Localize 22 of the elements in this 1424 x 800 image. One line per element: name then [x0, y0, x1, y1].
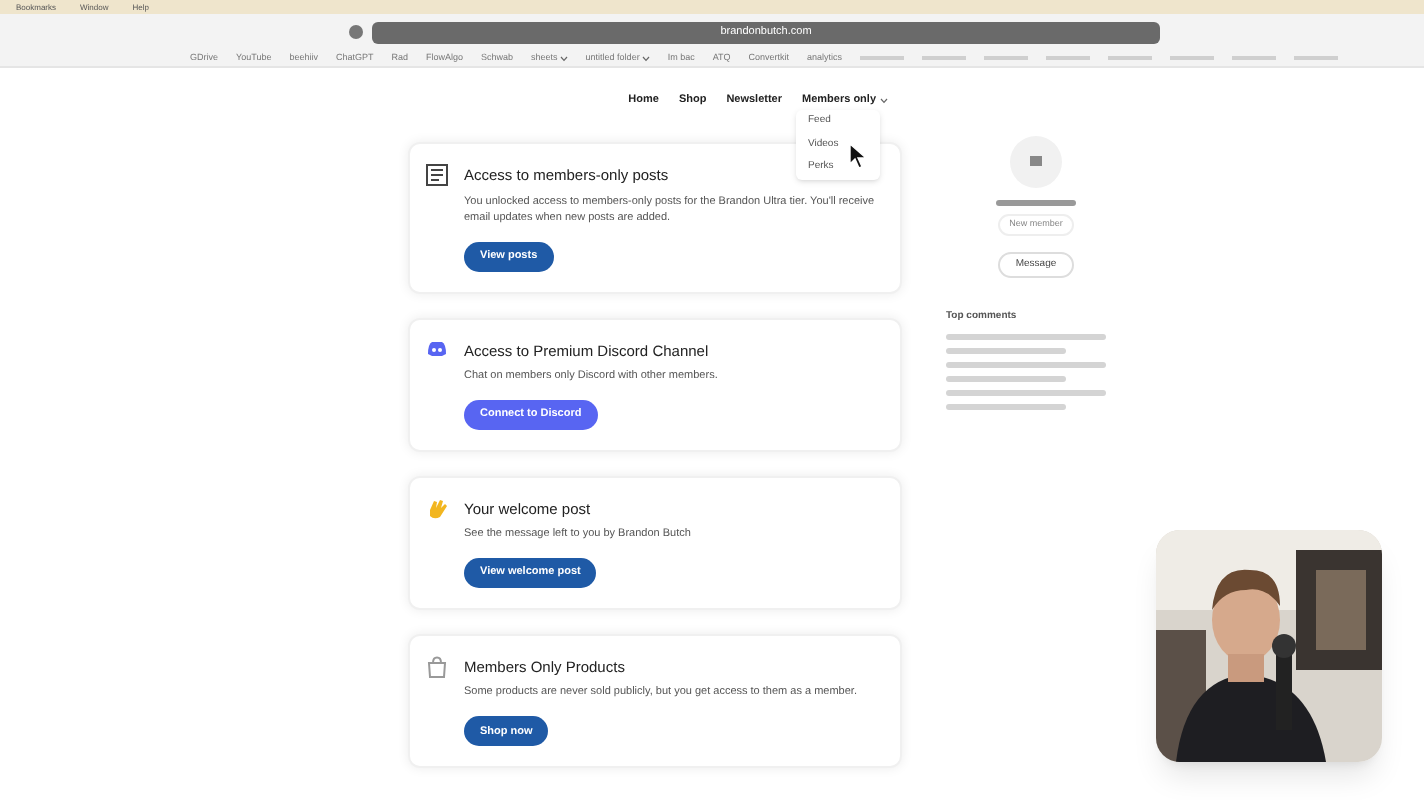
- avatar-icon: [1010, 136, 1062, 189]
- shopping-bag-icon: [426, 656, 448, 678]
- cursor-icon: [848, 142, 868, 170]
- blurred-bookmark[interactable]: [1294, 56, 1339, 60]
- caret-icon: [559, 55, 568, 61]
- waving-hand-icon: [426, 497, 448, 520]
- shield-icon[interactable]: [348, 24, 364, 40]
- blurred-bookmark[interactable]: [984, 56, 1029, 60]
- blurred-username: [996, 200, 1076, 207]
- blurred-bookmark[interactable]: [1232, 56, 1277, 60]
- blurred-bookmark[interactable]: [860, 56, 905, 60]
- blurred-bookmark[interactable]: [1046, 56, 1091, 60]
- blurred-comment-line: [946, 347, 1066, 353]
- blurred-comment-line: [946, 403, 1066, 409]
- caret-icon: [880, 97, 888, 104]
- game-controller-icon: [426, 339, 448, 357]
- blurred-bookmark[interactable]: [1108, 56, 1153, 60]
- caret-icon: [641, 55, 650, 61]
- document-icon: [426, 164, 448, 187]
- blurred-comment-line: [946, 375, 1066, 381]
- blurred-bookmark[interactable]: [922, 56, 967, 60]
- blurred-bookmark[interactable]: [1170, 56, 1215, 60]
